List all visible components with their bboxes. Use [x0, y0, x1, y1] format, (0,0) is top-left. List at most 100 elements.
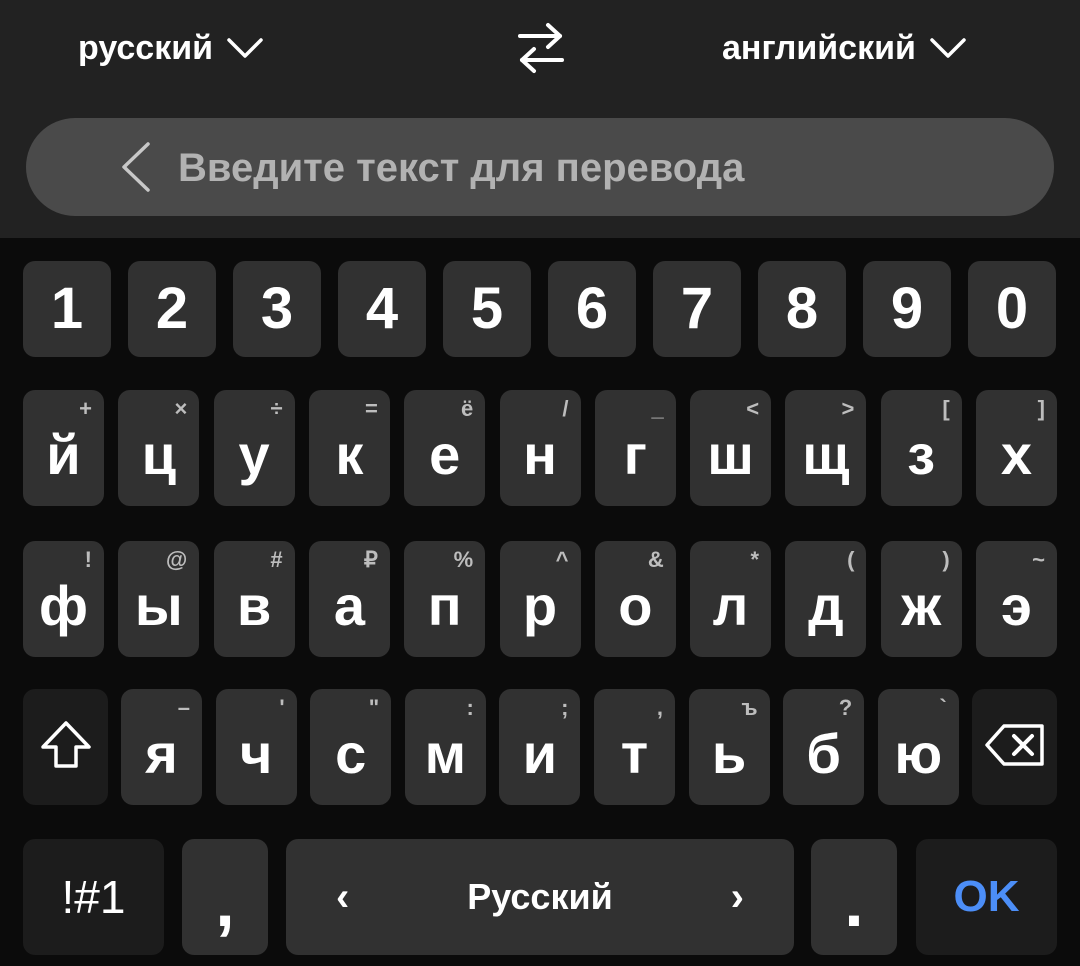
key-5[interactable]: 5	[443, 261, 531, 357]
key-label: ш	[707, 423, 754, 486]
chevron-down-icon	[930, 37, 966, 59]
key-hint: ÷	[270, 396, 283, 421]
key-ю[interactable]: ` ю	[877, 689, 959, 805]
key-ч[interactable]: ' ч	[215, 689, 297, 805]
key-н[interactable]: / н	[499, 390, 581, 506]
key-label: б	[806, 722, 841, 785]
letter-row-1: + й × ц ÷ у = к ё е / н _ г < ш > щ[з] х	[0, 390, 1080, 506]
key-label: х	[1000, 423, 1033, 486]
ok-key[interactable]: OK	[916, 839, 1057, 955]
key-hint: ]	[1037, 396, 1045, 421]
shift-icon	[40, 720, 92, 775]
key-ф[interactable]: ! ф	[23, 541, 104, 657]
key-hint: *	[750, 547, 760, 572]
key-э[interactable]: ~ э	[976, 541, 1057, 657]
key-х[interactable]: ] х	[976, 390, 1057, 506]
key-hint: #	[270, 547, 283, 572]
key-2[interactable]: 2	[128, 261, 216, 357]
key-label: к	[335, 423, 364, 486]
key-hint: ^	[555, 547, 569, 572]
key-6[interactable]: 6	[548, 261, 636, 357]
key-hint: '	[279, 695, 285, 720]
key-ж[interactable]: ) ж	[880, 541, 962, 657]
ok-key-label: OK	[953, 872, 1020, 921]
key-ы[interactable]: @ ы	[118, 541, 200, 657]
key-hint: `	[939, 695, 947, 720]
key-hint: ъ	[741, 695, 758, 720]
key-hint: :	[466, 695, 474, 720]
key-label: э	[1001, 574, 1032, 637]
period-key[interactable]: .	[811, 839, 897, 955]
key-label: 9	[890, 276, 924, 341]
key-hint: %	[453, 547, 474, 572]
key-л[interactable]: * л	[690, 541, 772, 657]
key-label: в	[236, 574, 272, 637]
key-label: ю	[894, 722, 943, 785]
key-label: 6	[575, 276, 609, 341]
key-ц[interactable]: × ц	[118, 390, 200, 506]
key-label: 0	[995, 276, 1029, 341]
backspace-icon	[984, 723, 1046, 772]
key-ь[interactable]: ъь	[688, 689, 770, 805]
key-п[interactable]: % п	[404, 541, 486, 657]
letter-row-3: – я ' ч " с: м; и, т ъ ь? б ` ю	[0, 689, 1080, 805]
comma-key[interactable]: ,	[182, 839, 268, 955]
key-1[interactable]: 1	[23, 261, 111, 357]
key-8[interactable]: 8	[758, 261, 846, 357]
key-label: п	[427, 574, 462, 637]
source-language-label: русский	[78, 28, 214, 67]
key-hint: >	[841, 396, 855, 421]
key-label: о	[618, 574, 653, 637]
source-language-dropdown[interactable]: русский	[78, 22, 263, 74]
key-у[interactable]: ÷ у	[213, 390, 295, 506]
key-щ[interactable]: > щ	[785, 390, 867, 506]
key-з[interactable]: [з	[880, 390, 962, 506]
key-9[interactable]: 9	[863, 261, 951, 357]
key-hint: ~	[1032, 547, 1045, 572]
translate-text-input[interactable]	[176, 118, 1030, 218]
key-hint: ,	[656, 695, 663, 720]
key-3[interactable]: 3	[233, 261, 321, 357]
key-label: ф	[39, 574, 88, 637]
key-а[interactable]: ₽ а	[308, 541, 390, 657]
key-м[interactable]: :м	[404, 689, 486, 805]
key-в[interactable]: # в	[213, 541, 295, 657]
key-б[interactable]: ? б	[783, 689, 865, 805]
key-label: ж	[901, 574, 942, 637]
key-ш[interactable]: < ш	[690, 390, 772, 506]
chevron-left-icon[interactable]	[118, 142, 154, 192]
symbols-key-label: !#1	[61, 871, 126, 923]
key-и[interactable]: ; и	[499, 689, 581, 805]
key-я[interactable]: – я	[121, 689, 202, 805]
key-г[interactable]: _ г	[594, 390, 676, 506]
key-hint: "	[368, 695, 380, 720]
translator-panel: русский английский	[0, 0, 1080, 238]
symbols-key[interactable]: !#1	[23, 839, 164, 955]
key-с[interactable]: " с	[310, 689, 392, 805]
space-key[interactable]: ‹ Русский ›	[286, 839, 794, 955]
keyboard: 1234567890 + й × ц ÷ у = к ё е / н _ г < ш > щ[з] х ! ф @ ы # в…	[0, 238, 1080, 966]
shift-key[interactable]	[23, 689, 108, 805]
key-label: ь	[711, 722, 747, 785]
key-р[interactable]: ^ р	[499, 541, 581, 657]
key-label: 4	[365, 276, 399, 341]
target-language-label: английский	[722, 28, 916, 67]
swap-languages-icon[interactable]	[512, 20, 570, 76]
key-й[interactable]: + й	[23, 390, 104, 506]
key-т[interactable]: ,т	[594, 689, 675, 805]
backspace-key[interactable]	[972, 689, 1057, 805]
translate-input-container	[26, 118, 1054, 218]
key-7[interactable]: 7	[653, 261, 741, 357]
key-hint: @	[165, 547, 188, 572]
key-к[interactable]: = к	[308, 390, 390, 506]
key-hint: ?	[838, 695, 853, 720]
key-0[interactable]: 0	[968, 261, 1056, 357]
key-4[interactable]: 4	[338, 261, 426, 357]
key-о[interactable]: & о	[594, 541, 676, 657]
target-language-dropdown[interactable]: английский	[722, 22, 966, 74]
key-е[interactable]: ёе	[404, 390, 486, 506]
key-д[interactable]: (д	[785, 541, 867, 657]
key-label: й	[46, 423, 81, 486]
key-hint: )	[942, 547, 950, 572]
key-label: г	[623, 423, 647, 486]
